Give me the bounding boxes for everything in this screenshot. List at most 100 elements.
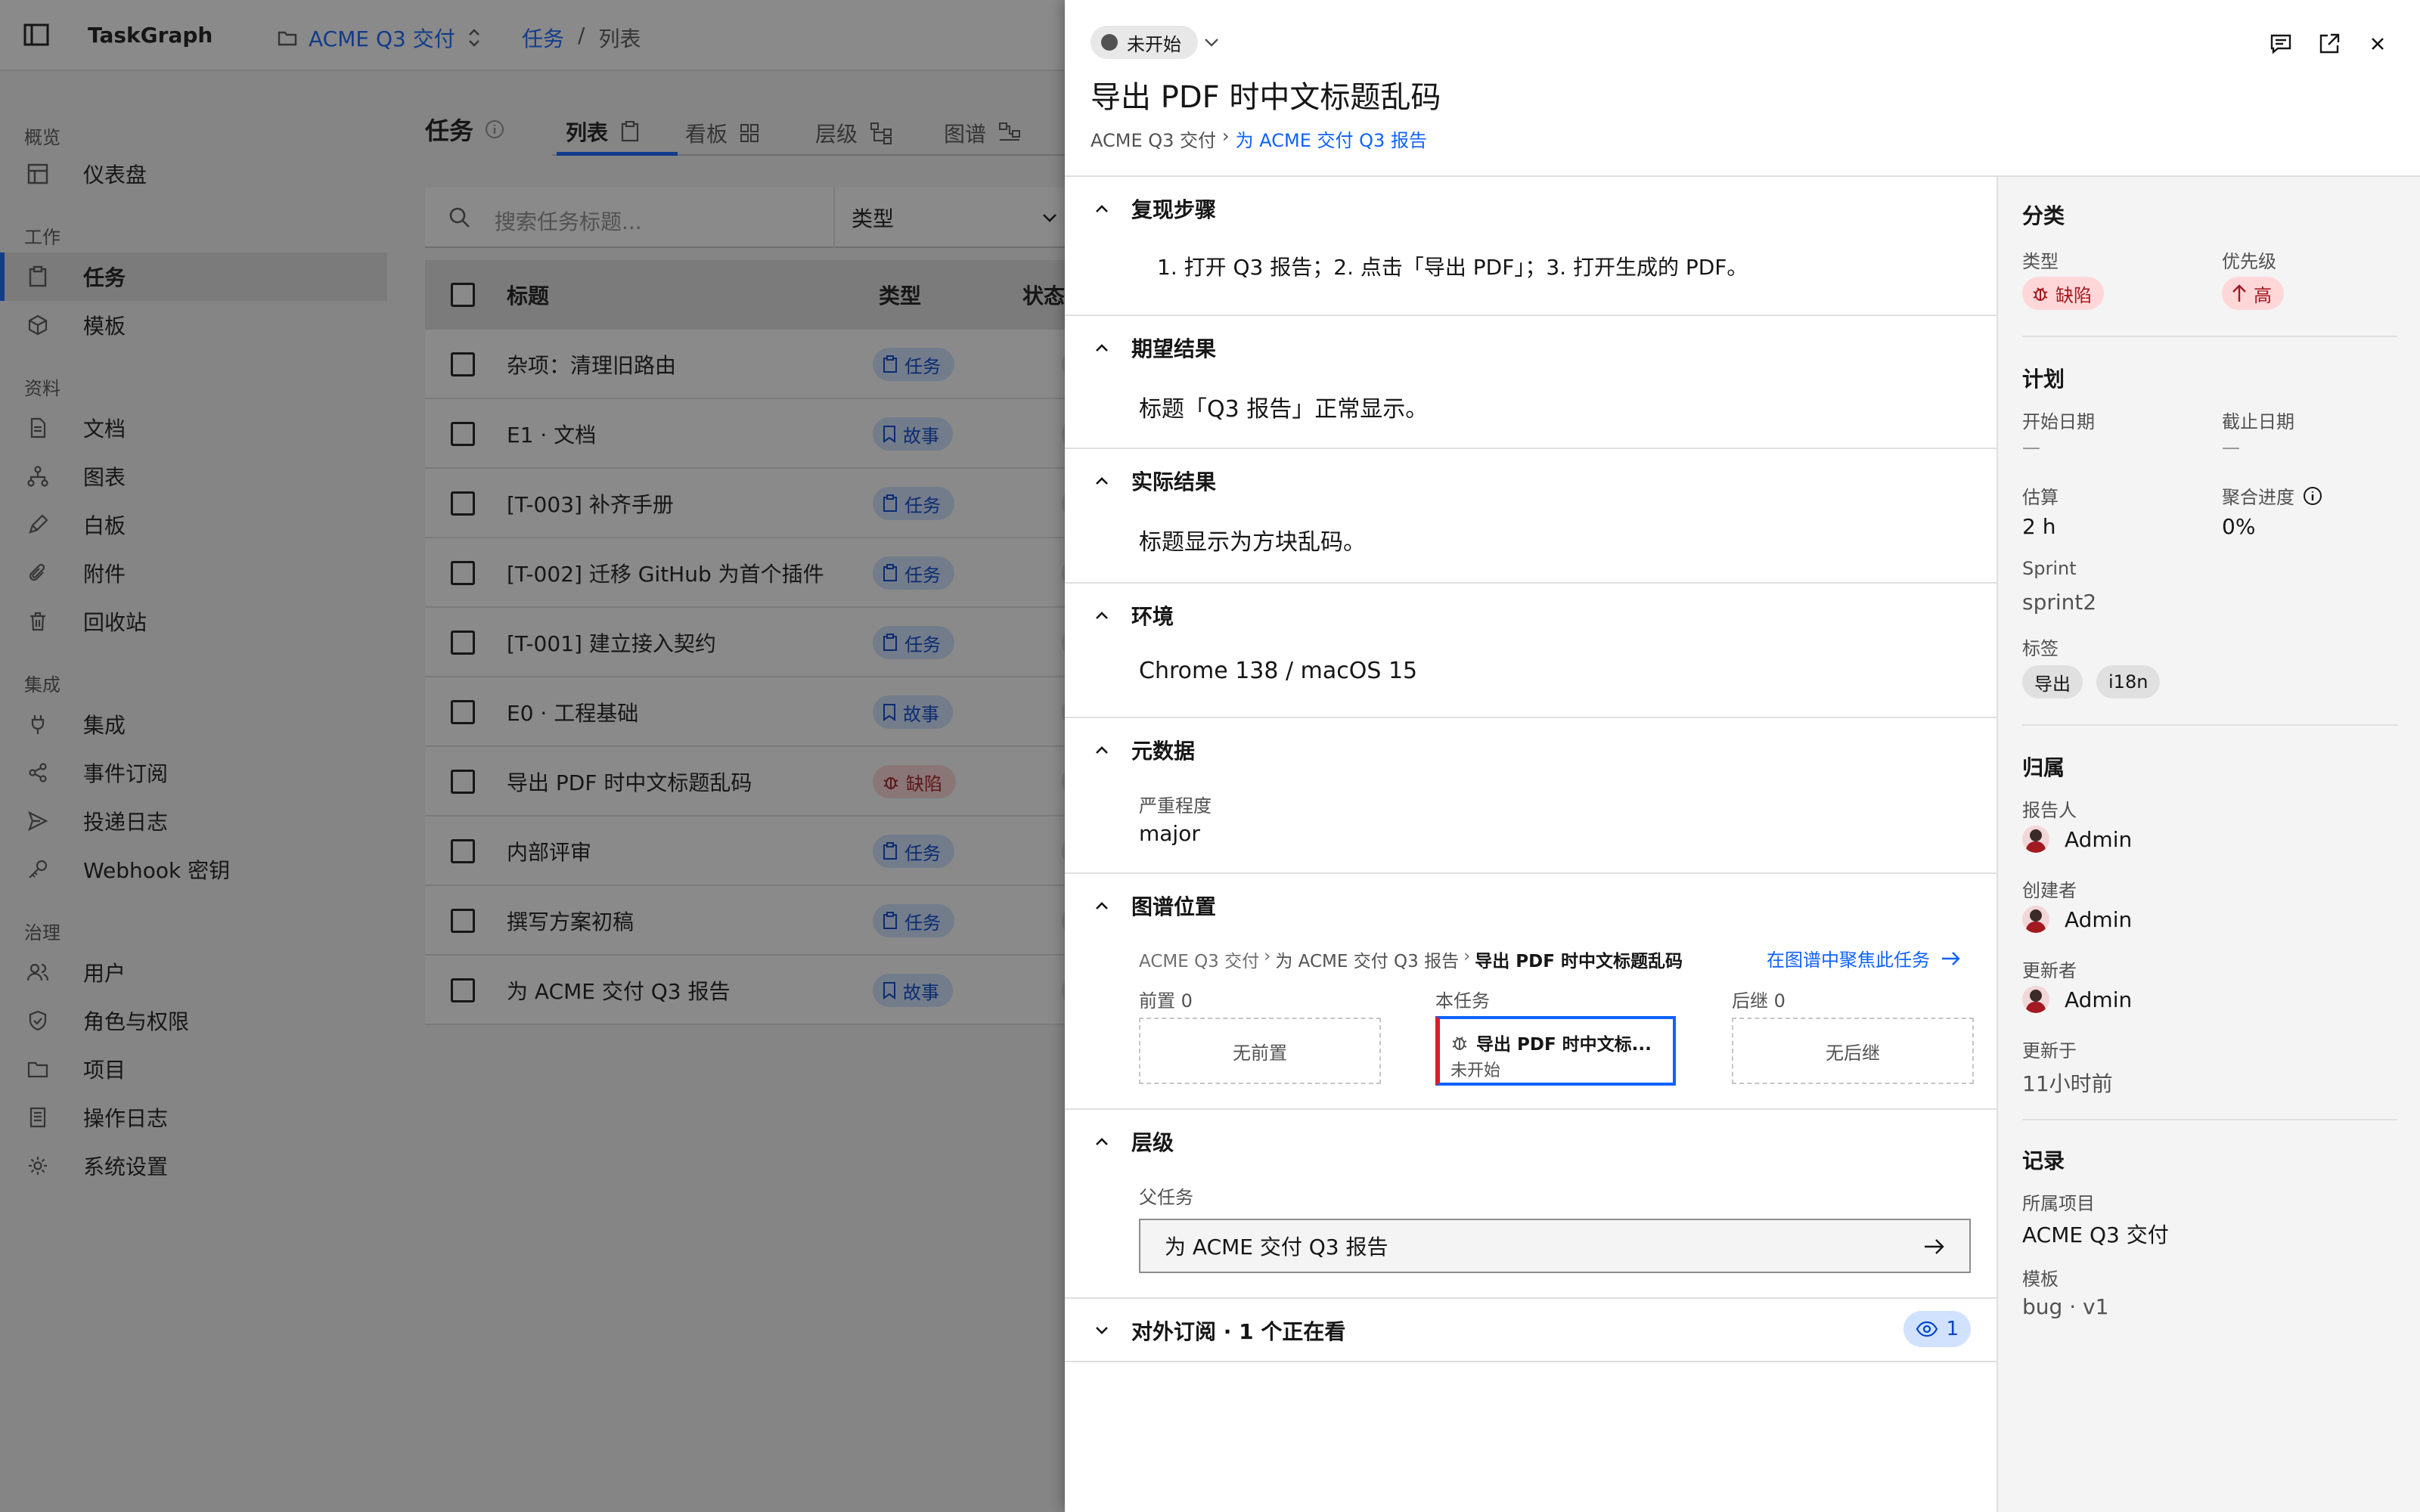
priority-label: 优先级 (2222, 251, 2276, 272)
section-actual: 实际结果 标题显示为方块乱码。 (1065, 449, 1996, 584)
estimate-value[interactable]: 2 h (2022, 514, 2055, 539)
updater-label: 更新者 (2022, 960, 2077, 981)
panel-owner-title: 归属 (2022, 755, 2065, 780)
section-title: 实际结果 (1131, 469, 1217, 494)
panel-classify-title: 分类 (2022, 203, 2065, 228)
drawer-content: 复现步骤 1. 打开 Q3 报告；2. 点击「导出 PDF」；3. 打开生成的 … (1065, 177, 1996, 1512)
chevron-up-icon (1096, 902, 1108, 909)
updater[interactable]: Admin (2022, 986, 2132, 1013)
section-title: 层级 (1131, 1130, 1174, 1155)
successor-label: 后继 0 (1732, 990, 1786, 1012)
avatar (2022, 986, 2049, 1013)
comment-icon[interactable] (2267, 30, 2294, 57)
severity-value: major (1139, 821, 1200, 846)
section-header-metadata[interactable]: 元数据 (1092, 735, 1195, 765)
reporter[interactable]: Admin (2022, 826, 2132, 853)
creator-label: 创建者 (2022, 880, 2077, 901)
self-label: 本任务 (1435, 990, 1490, 1012)
status-dot (1101, 34, 1118, 51)
crumb-separator: › (1463, 947, 1471, 966)
severity-label: 严重程度 (1139, 795, 1212, 816)
reporter-name: Admin (2065, 826, 2133, 852)
current-task-node[interactable]: 导出 PDF 时中文标... 未开始 (1435, 1016, 1676, 1086)
section-header-repro[interactable]: 复现步骤 (1092, 194, 1216, 224)
priority-value: 高 (2254, 284, 2272, 306)
priority-chip[interactable]: 高 (2222, 277, 2284, 310)
status-dropdown[interactable]: 未开始 (1091, 26, 1198, 59)
project-value[interactable]: ACME Q3 交付 (2022, 1219, 2169, 1249)
section-title: 图谱位置 (1131, 894, 1217, 919)
drawer-header: 未开始 导出 PDF 时中文标题乱码 ACME Q3 交付 › 为 ACME 交… (1065, 0, 2420, 177)
arrow-up-icon (2232, 284, 2246, 302)
graph-crumb-parent[interactable]: 为 ACME 交付 Q3 报告 (1275, 947, 1459, 972)
parent-task-link[interactable]: 为 ACME 交付 Q3 报告 (1139, 1219, 1971, 1273)
bug-icon (2033, 287, 2048, 301)
parent-task-label: 父任务 (1139, 1187, 1193, 1208)
open-external-icon[interactable] (2316, 30, 2343, 57)
chevron-down-icon[interactable] (1201, 32, 1222, 53)
no-successor-box: 无后继 (1732, 1018, 1974, 1084)
repro-steps: 1. 打开 Q3 报告；2. 点击「导出 PDF」；3. 打开生成的 PDF。 (1157, 255, 1748, 280)
chevron-up-icon (1096, 612, 1108, 619)
crumb-separator: › (1222, 125, 1230, 147)
panel-record-title: 记录 (2022, 1148, 2065, 1173)
panel-plan-title: 计划 (2022, 367, 2065, 392)
chevron-up-icon (1096, 746, 1108, 754)
section-header-environment[interactable]: 环境 (1092, 600, 1174, 631)
updater-name: Admin (2065, 987, 2133, 1012)
chevron-up-icon (1096, 1138, 1108, 1145)
properties-panel: 分类 类型 优先级 缺陷 高 计划 开始日期 截止日期 — — 估算 聚合进度 … (1996, 177, 2420, 1512)
section-header-subscriptions[interactable]: 对外订阅 · 1 个正在看 (1092, 1315, 1345, 1346)
watchers-count: 1 (1946, 1318, 1959, 1340)
node-title-text: 导出 PDF 时中文标... (1476, 1035, 1652, 1055)
tag-chip[interactable]: 导出 (2022, 665, 2083, 699)
avatar (2022, 826, 2049, 853)
avatar (2022, 906, 2049, 933)
graph-breadcrumb: ACME Q3 交付 › 为 ACME 交付 Q3 报告 › 导出 PDF 时中… (1139, 947, 1683, 972)
start-date-label: 开始日期 (2022, 411, 2095, 432)
crumb-separator: › (1264, 947, 1271, 966)
panel-divider (2022, 1119, 2397, 1120)
arrow-right-icon (1925, 1239, 1944, 1254)
watchers-badge[interactable]: 1 (1903, 1311, 1971, 1347)
graph-crumb-current: 导出 PDF 时中文标题乱码 (1475, 952, 1683, 971)
crumb-parent[interactable]: 为 ACME 交付 Q3 报告 (1236, 125, 1427, 152)
task-title[interactable]: 导出 PDF 时中文标题乱码 (1091, 73, 1441, 116)
section-repro: 复现步骤 1. 打开 Q3 报告；2. 点击「导出 PDF」；3. 打开生成的 … (1065, 177, 1996, 316)
tag-chip[interactable]: i18n (2096, 665, 2161, 699)
due-date-label: 截止日期 (2222, 411, 2294, 432)
type-chip[interactable]: 缺陷 (2022, 277, 2104, 310)
tags-label: 标签 (2022, 638, 2059, 659)
section-hierarchy: 层级 父任务 为 ACME 交付 Q3 报告 (1065, 1110, 1996, 1299)
node-status: 未开始 (1450, 1061, 1501, 1080)
section-header-expected[interactable]: 期望结果 (1092, 333, 1216, 363)
info-icon[interactable] (2302, 485, 2323, 507)
graph-crumb-project[interactable]: ACME Q3 交付 (1139, 947, 1259, 972)
focus-in-graph-link[interactable]: 在图谱中聚焦此任务 (1767, 945, 1962, 971)
section-header-graph[interactable]: 图谱位置 (1092, 891, 1216, 921)
arrow-right-icon (1942, 951, 1960, 965)
progress-value: 0% (2222, 514, 2256, 539)
crumb-project[interactable]: ACME Q3 交付 (1091, 125, 1216, 152)
status-label: 未开始 (1127, 33, 1181, 55)
task-detail-drawer: 未开始 导出 PDF 时中文标题乱码 ACME Q3 交付 › 为 ACME 交… (1065, 0, 2420, 1512)
no-predecessor-box: 无前置 (1139, 1018, 1381, 1084)
sprint-value[interactable]: sprint2 (2022, 590, 2096, 615)
estimate-label: 估算 (2022, 487, 2059, 508)
section-title: 对外订阅 · 1 个正在看 (1131, 1319, 1346, 1344)
section-expected: 期望结果 标题「Q3 报告」正常显示。 (1065, 316, 1996, 449)
due-date-value[interactable]: — (2222, 437, 2240, 458)
creator-name: Admin (2065, 906, 2133, 932)
creator[interactable]: Admin (2022, 906, 2132, 933)
updated-label: 更新于 (2022, 1040, 2077, 1061)
start-date-value[interactable]: — (2022, 437, 2040, 458)
panel-divider (2022, 724, 2397, 726)
section-subscriptions: 对外订阅 · 1 个正在看 1 (1065, 1299, 1996, 1362)
progress-label: 聚合进度 (2222, 487, 2294, 508)
type-value: 缺陷 (2055, 284, 2092, 306)
close-icon[interactable] (2364, 30, 2391, 57)
section-header-hierarchy[interactable]: 层级 (1092, 1126, 1174, 1157)
section-header-actual[interactable]: 实际结果 (1092, 466, 1216, 496)
bug-icon (1452, 1036, 1467, 1050)
section-title: 元数据 (1131, 739, 1196, 764)
